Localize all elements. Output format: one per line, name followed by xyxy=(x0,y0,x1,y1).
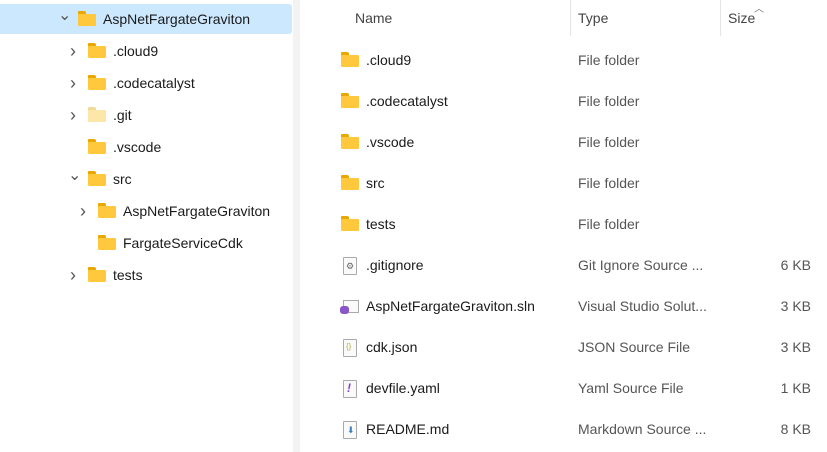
folder-icon xyxy=(98,235,116,250)
folder-icon xyxy=(88,107,106,122)
column-type[interactable]: Type xyxy=(578,10,608,26)
file-type: Markdown Source ... xyxy=(578,421,707,437)
file-row[interactable]: src File folder xyxy=(300,165,827,201)
file-name: AspNetFargateGraviton.sln xyxy=(366,298,535,314)
file-name: .vscode xyxy=(366,134,415,150)
tree-item-label: AspNetFargateGraviton xyxy=(103,11,251,27)
file-size: 3 KB xyxy=(780,339,811,355)
file-row[interactable]: ! devfile.yaml Yaml Source File 1 KB xyxy=(300,370,827,406)
yaml-file-icon: ! xyxy=(343,380,357,398)
visual-studio-solution-icon xyxy=(340,298,359,316)
file-name: tests xyxy=(366,216,396,232)
chevron-right-icon[interactable]: › xyxy=(68,265,78,286)
tree-item-label: .vscode xyxy=(113,139,162,155)
file-name: .cloud9 xyxy=(366,52,412,68)
tree-item[interactable]: › .cloud9 xyxy=(0,36,292,66)
tree-item[interactable]: › AspNetFargateGraviton xyxy=(0,196,292,226)
tree-item[interactable]: ⌄ AspNetFargateGraviton xyxy=(0,4,292,34)
tree-item[interactable]: .vscode xyxy=(0,132,292,162)
file-type: File folder xyxy=(578,93,640,109)
file-row[interactable]: .codecatalyst File folder xyxy=(300,83,827,119)
chevron-right-icon[interactable]: › xyxy=(68,41,78,62)
file-row[interactable]: AspNetFargateGraviton.sln Visual Studio S… xyxy=(300,288,827,324)
chevron-right-icon[interactable]: › xyxy=(68,73,78,94)
json-file-icon: {} xyxy=(343,339,357,357)
file-name: .codecatalyst xyxy=(366,93,448,109)
pane-splitter[interactable] xyxy=(293,0,300,452)
file-name: README.md xyxy=(366,421,450,437)
folder-icon xyxy=(88,43,106,58)
folder-icon xyxy=(88,75,106,90)
tree-item[interactable]: FargateServiceCdk xyxy=(0,228,292,258)
file-type: Git Ignore Source ... xyxy=(578,257,704,273)
file-row[interactable]: {} cdk.json JSON Source File 3 KB xyxy=(300,329,827,365)
tree-item[interactable]: ⌄ src xyxy=(0,164,292,194)
file-name: devfile.yaml xyxy=(366,380,440,396)
file-size: 3 KB xyxy=(780,298,811,314)
file-type: File folder xyxy=(578,175,640,191)
folder-icon xyxy=(341,175,359,190)
chevron-down-icon[interactable]: ⌄ xyxy=(58,5,71,25)
file-type: Yaml Source File xyxy=(578,380,684,396)
markdown-file-icon: ⬇ xyxy=(343,421,357,439)
tree-item-label: AspNetFargateGraviton xyxy=(123,203,271,219)
tree-item-label: .git xyxy=(113,107,132,123)
column-header: ︿ Name Type Size xyxy=(300,0,827,36)
chevron-down-icon[interactable]: ⌄ xyxy=(68,165,81,185)
folder-icon xyxy=(341,134,359,149)
folder-icon xyxy=(98,203,116,218)
folder-icon xyxy=(341,52,359,67)
folder-icon xyxy=(88,139,106,154)
tree-item[interactable]: › .codecatalyst xyxy=(0,68,292,98)
file-row[interactable]: tests File folder xyxy=(300,206,827,242)
file-row[interactable]: .cloud9 File folder xyxy=(300,42,827,78)
file-size: 6 KB xyxy=(780,257,811,273)
file-row[interactable]: ⚙ .gitignore Git Ignore Source ... 6 KB xyxy=(300,247,827,283)
navigation-tree: ⌄ AspNetFargateGraviton › .cloud9 › .codecata… xyxy=(0,0,292,452)
file-type: File folder xyxy=(578,134,640,150)
file-name: .gitignore xyxy=(366,257,424,273)
folder-icon xyxy=(341,216,359,231)
folder-icon xyxy=(88,267,106,282)
file-type: Visual Studio Solut... xyxy=(578,298,707,314)
file-name: cdk.json xyxy=(366,339,418,355)
column-divider[interactable] xyxy=(720,0,721,36)
tree-item-label: tests xyxy=(113,267,143,283)
chevron-right-icon[interactable]: › xyxy=(78,201,88,222)
column-size[interactable]: Size xyxy=(728,10,755,26)
column-name[interactable]: Name xyxy=(355,10,392,26)
file-type: File folder xyxy=(578,216,640,232)
tree-item-label: src xyxy=(113,171,132,187)
file-type: JSON Source File xyxy=(578,339,691,355)
file-size: 8 KB xyxy=(780,421,811,437)
tree-item-label: .codecatalyst xyxy=(113,75,195,91)
sort-ascending-icon: ︿ xyxy=(754,4,764,15)
file-row[interactable]: .vscode File folder xyxy=(300,124,827,160)
chevron-right-icon[interactable]: › xyxy=(68,105,78,126)
column-divider[interactable] xyxy=(570,0,571,36)
tree-item-label: .cloud9 xyxy=(113,43,159,59)
file-row[interactable]: ⬇ README.md Markdown Source ... 8 KB xyxy=(300,411,827,447)
file-type: File folder xyxy=(578,52,640,68)
folder-icon xyxy=(78,11,96,26)
tree-item-label: FargateServiceCdk xyxy=(123,235,243,251)
folder-icon xyxy=(88,171,106,186)
tree-item[interactable]: › tests xyxy=(0,260,292,290)
tree-item[interactable]: › .git xyxy=(0,100,292,130)
file-name: src xyxy=(366,175,385,191)
folder-icon xyxy=(341,93,359,108)
file-size: 1 KB xyxy=(780,380,811,396)
gear-file-icon: ⚙ xyxy=(343,257,357,275)
